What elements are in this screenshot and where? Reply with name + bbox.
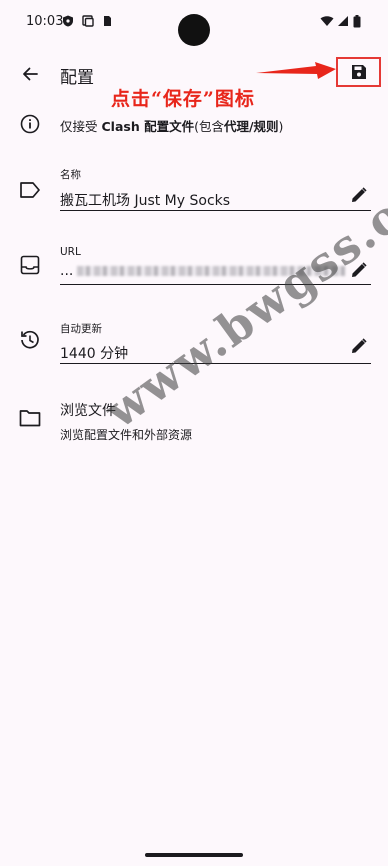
name-label: 名称 bbox=[60, 169, 81, 181]
auto-update-label: 自动更新 bbox=[60, 323, 102, 335]
back-button[interactable] bbox=[16, 60, 44, 88]
shield-icon bbox=[63, 15, 73, 27]
front-camera bbox=[178, 14, 210, 46]
signal-icon bbox=[338, 16, 348, 26]
info-text: 仅接受 Clash 配置文件(包含代理/规则) bbox=[60, 119, 284, 134]
url-label: URL bbox=[60, 246, 81, 258]
screenshot-icon bbox=[82, 15, 94, 27]
status-time: 10:03 bbox=[26, 14, 64, 29]
save-button[interactable] bbox=[336, 57, 381, 87]
name-underline bbox=[60, 210, 371, 211]
sim-card-icon bbox=[104, 16, 111, 26]
update-icon bbox=[16, 326, 44, 354]
save-icon bbox=[351, 65, 366, 79]
pencil-icon bbox=[352, 338, 367, 353]
info-icon bbox=[16, 110, 44, 138]
gesture-bar[interactable] bbox=[145, 853, 243, 857]
label-icon bbox=[16, 176, 44, 204]
annotation-arrow bbox=[256, 62, 336, 79]
url-prefix: ... bbox=[60, 263, 74, 279]
folder-icon bbox=[16, 404, 44, 432]
page-title: 配置 bbox=[60, 68, 94, 88]
auto-update-field[interactable]: 1440 分钟 bbox=[60, 343, 128, 363]
edit-auto-update-button[interactable] bbox=[348, 335, 370, 357]
annotation-text: 点击“保存”图标 bbox=[111, 88, 255, 110]
wifi-icon bbox=[320, 16, 334, 26]
battery-icon bbox=[353, 15, 361, 28]
arrow-back-icon bbox=[23, 67, 38, 81]
name-field[interactable]: 搬瓦工机场 Just My Socks bbox=[60, 190, 230, 210]
inbox-icon bbox=[16, 251, 44, 279]
browse-files-row[interactable] bbox=[0, 390, 388, 450]
